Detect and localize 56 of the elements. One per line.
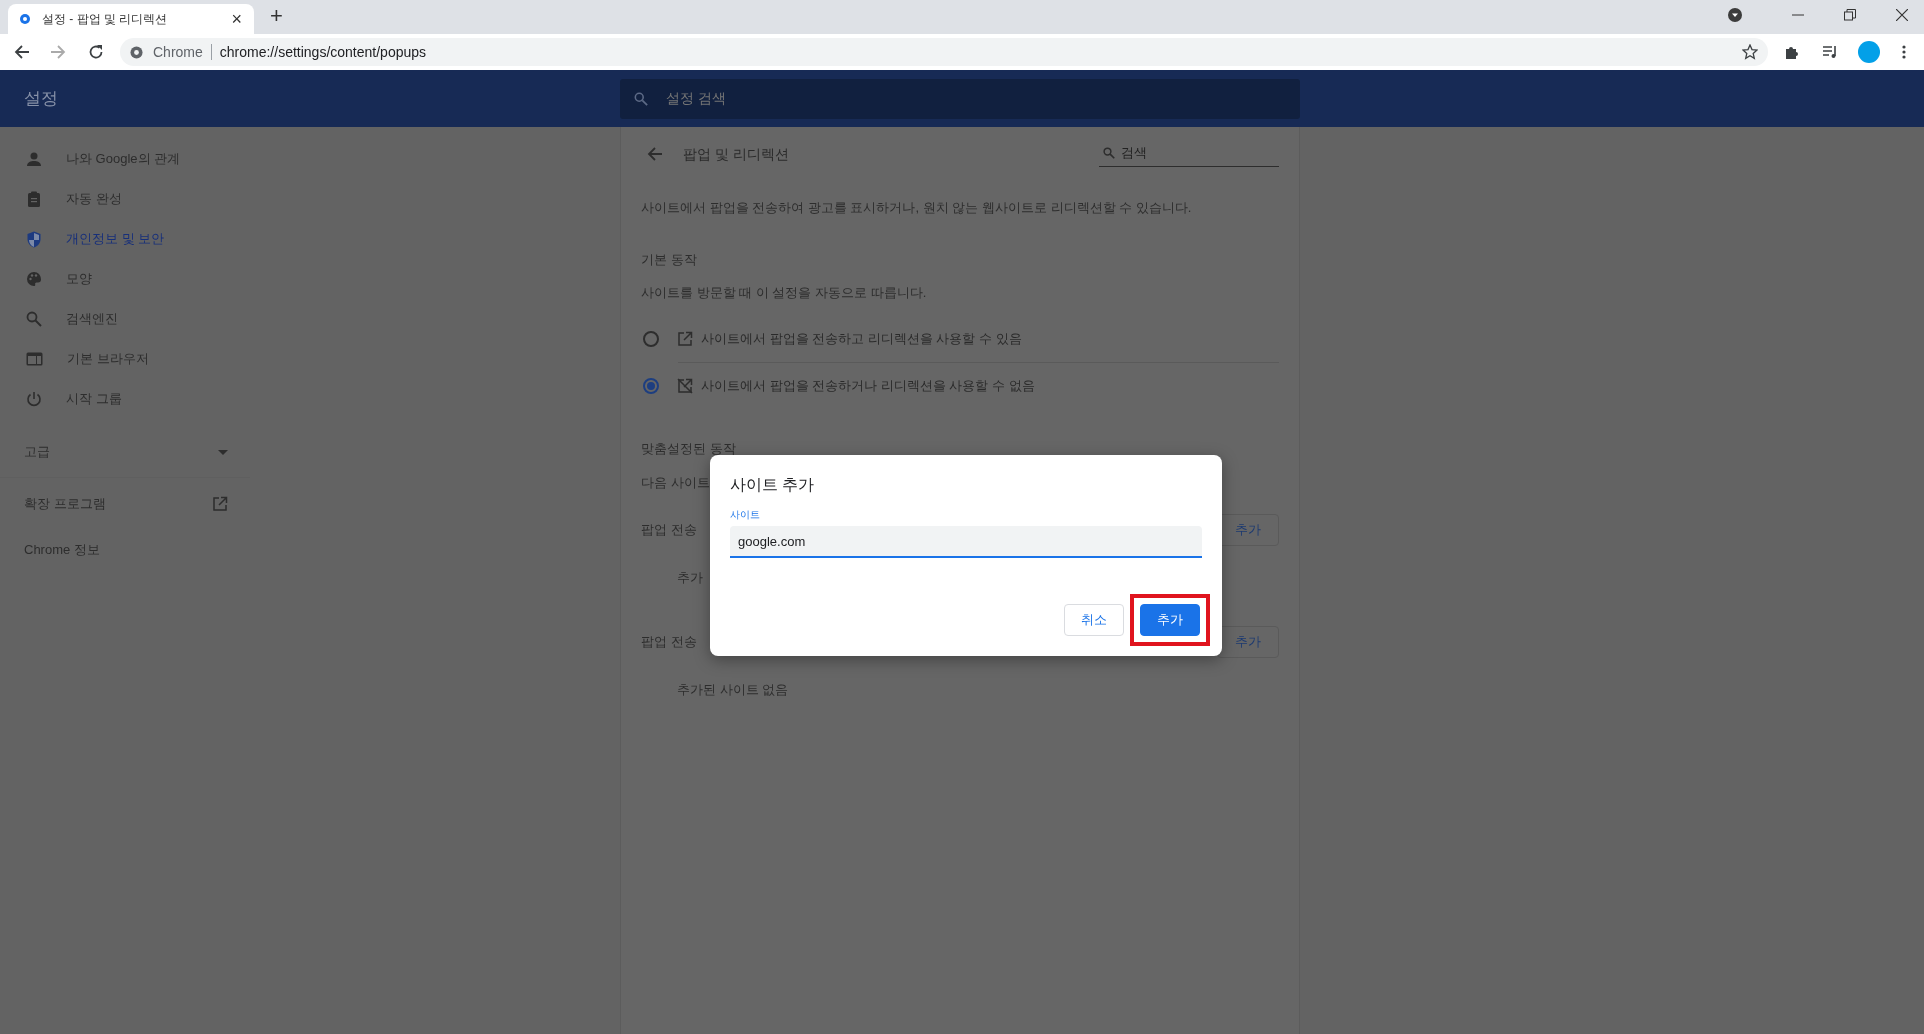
browser-tab[interactable]: 설정 - 팝업 및 리디렉션 × — [8, 4, 254, 34]
menu-icon[interactable] — [1902, 45, 1906, 59]
profile-avatar-icon[interactable] — [1858, 41, 1880, 63]
search-icon — [634, 91, 648, 106]
empty-list-text: 추가된 사이트 없음 — [677, 680, 790, 699]
page-title: 팝업 및 리디렉션 — [683, 144, 789, 164]
tab-title: 설정 - 팝업 및 리디렉션 — [42, 11, 168, 28]
puzzle-icon[interactable] — [1784, 44, 1800, 60]
site-input-field[interactable]: google.com — [730, 526, 1202, 558]
section-heading: 기본 동작 — [641, 251, 698, 269]
open-in-new-icon — [212, 496, 228, 512]
search-icon — [1103, 147, 1115, 159]
option-label: 사이트에서 팝업을 전송하거나 리디렉션을 사용할 수 없음 — [701, 377, 1035, 396]
shield-icon — [26, 230, 42, 248]
empty-list-text: 추가 — [677, 569, 704, 587]
star-icon[interactable] — [1742, 44, 1758, 60]
add-button[interactable]: 추가 — [1217, 625, 1279, 658]
browser-window-icon — [26, 352, 43, 366]
radio-button[interactable] — [643, 331, 659, 347]
search-bar[interactable]: 설정 검색 — [620, 78, 1300, 119]
close-tab-button[interactable]: × — [229, 10, 244, 28]
person-icon — [26, 151, 42, 167]
restore-icon[interactable] — [1844, 9, 1856, 21]
settings-title: 설정 — [23, 87, 59, 110]
tab-search-icon[interactable] — [1728, 8, 1742, 22]
open-in-new-icon — [677, 331, 693, 347]
cancel-button[interactable]: 취소 — [1064, 604, 1124, 636]
blocked-popup-icon — [677, 378, 693, 394]
site-label: Chrome — [153, 42, 203, 62]
settings-search-field[interactable]: 설정 검색 — [664, 87, 1286, 110]
chrome-logo-icon — [130, 45, 143, 59]
search-icon — [26, 311, 42, 327]
reload-icon[interactable] — [88, 44, 104, 60]
power-icon — [26, 391, 42, 407]
media-queue-icon[interactable] — [1822, 44, 1838, 60]
palette-icon — [26, 271, 42, 287]
clipboard-icon — [26, 191, 42, 207]
radio-button[interactable] — [643, 378, 659, 394]
address-bar[interactable]: Chrome chrome://settings/content/popups — [120, 38, 1768, 66]
url-text: chrome://settings/content/popups — [219, 42, 427, 62]
dialog-title: 사이트 추가 — [730, 475, 816, 495]
field-label: 사이트 — [730, 508, 761, 522]
list-title: 팝업 전송 — [641, 632, 697, 651]
caret-icon — [218, 449, 228, 455]
close-icon[interactable] — [1896, 9, 1908, 21]
sidebar-item[interactable]: 개인정보 및 보안 — [0, 219, 250, 259]
back-icon[interactable] — [14, 44, 30, 60]
page-search-field[interactable]: 검색 — [1099, 141, 1279, 167]
back-arrow-icon[interactable] — [647, 146, 663, 162]
section-heading: 맞춤설정된 동작 — [641, 440, 736, 458]
section-subtitle: 다음 사이트 — [641, 473, 710, 492]
option-label: 사이트에서 팝업을 전송하고 리디렉션을 사용할 수 있음 — [701, 330, 1022, 349]
section-subtitle: 사이트를 방문할 때 이 설정을 자동으로 따릅니다. — [641, 283, 928, 302]
list-title: 팝업 전송 — [641, 521, 697, 540]
new-tab-button[interactable]: + — [264, 4, 289, 28]
add-button[interactable]: 추가 — [1140, 604, 1200, 636]
